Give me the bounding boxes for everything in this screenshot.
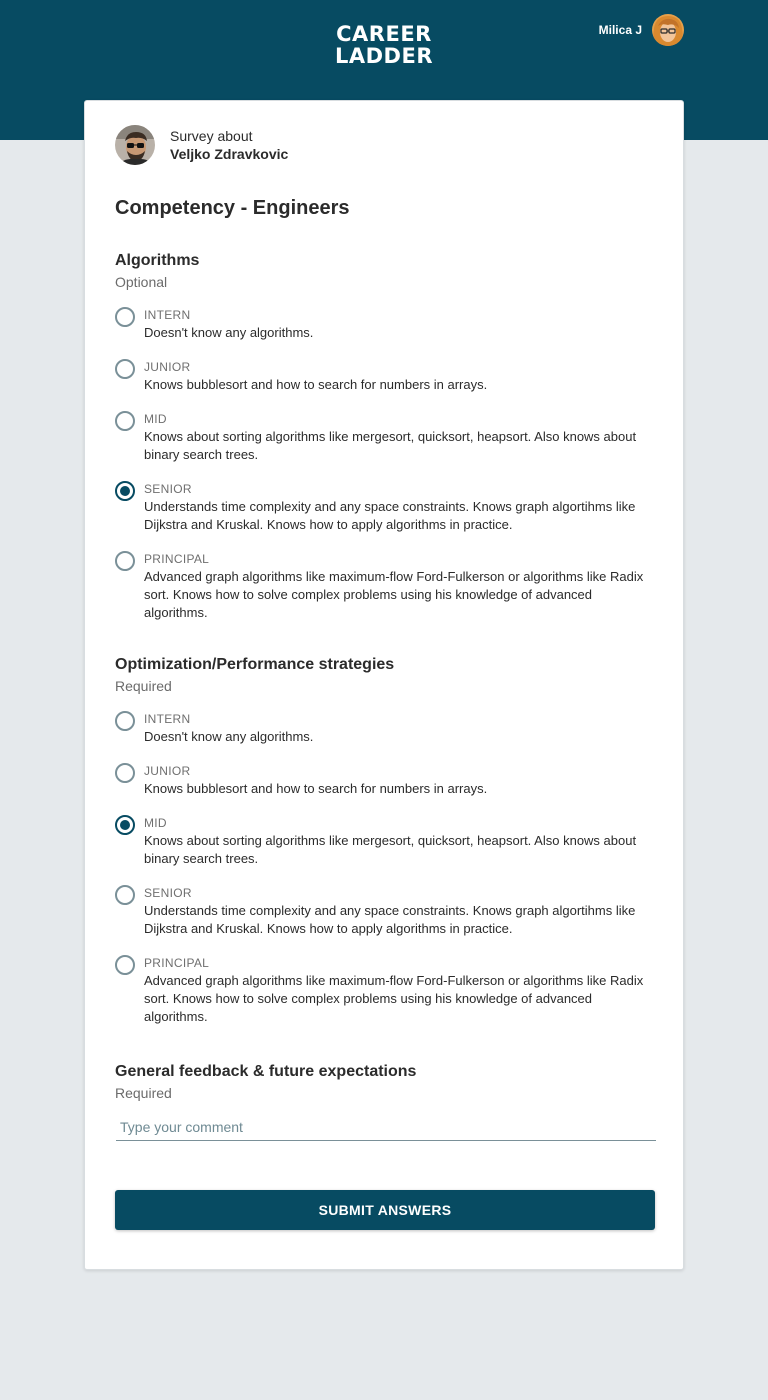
avatar[interactable]	[652, 14, 684, 46]
question-feedback: General feedback & future expectations R…	[115, 1062, 655, 1112]
user-name: Milica J	[598, 23, 642, 37]
user-avatar-image	[652, 14, 684, 46]
radio-button-selected[interactable]	[115, 815, 135, 835]
radio-button-selected[interactable]	[115, 481, 135, 501]
option-mid[interactable]: MID Knows about sorting algorithms like …	[115, 411, 655, 469]
survey-card: Survey about Veljko Zdravkovic Competenc…	[84, 100, 684, 1270]
radio-button[interactable]	[115, 359, 135, 379]
radio-button[interactable]	[115, 711, 135, 731]
option-description: Doesn't know any algorithms.	[144, 325, 314, 340]
option-level: MID	[144, 816, 167, 830]
question-title: General feedback & future expectations	[115, 1063, 417, 1080]
logo-line-1: CAREER	[336, 22, 432, 46]
avatar	[115, 125, 155, 165]
subject-text: Survey about Veljko Zdravkovic	[170, 127, 288, 163]
radio-button[interactable]	[115, 307, 135, 327]
option-description: Advanced graph algorithms like maximum-f…	[144, 569, 644, 620]
option-description: Knows bubblesort and how to search for n…	[144, 781, 488, 796]
option-level: JUNIOR	[144, 360, 191, 374]
option-junior[interactable]: JUNIOR Knows bubblesort and how to searc…	[115, 763, 655, 803]
career-ladder-logo[interactable]: CAREER LADDER	[326, 23, 442, 69]
question-title: Optimization/Performance strategies	[115, 656, 395, 673]
option-level: INTERN	[144, 308, 191, 322]
option-principal[interactable]: PRINCIPAL Advanced graph algorithms like…	[115, 551, 655, 627]
option-description: Understands time complexity and any spac…	[144, 499, 636, 532]
radio-button[interactable]	[115, 885, 135, 905]
option-description: Knows about sorting algorithms like merg…	[144, 429, 637, 462]
question-requirement: Required	[115, 1085, 172, 1101]
subject-name: Veljko Zdravkovic	[170, 146, 289, 162]
option-senior[interactable]: SENIOR Understands time complexity and a…	[115, 481, 655, 539]
option-mid[interactable]: MID Knows about sorting algorithms like …	[115, 815, 655, 873]
radio-button[interactable]	[115, 955, 135, 975]
option-principal[interactable]: PRINCIPAL Advanced graph algorithms like…	[115, 955, 655, 1031]
option-level: PRINCIPAL	[144, 956, 210, 970]
option-description: Knows about sorting algorithms like merg…	[144, 833, 637, 866]
option-level: MID	[144, 412, 167, 426]
survey-about-label: Survey about	[170, 128, 253, 144]
question-optimization: Optimization/Performance strategies Requ…	[115, 655, 655, 1035]
option-intern[interactable]: INTERN Doesn't know any algorithms.	[115, 307, 655, 347]
radio-button[interactable]	[115, 763, 135, 783]
question-requirement: Required	[115, 678, 172, 694]
option-level: JUNIOR	[144, 764, 191, 778]
subject-avatar-image	[115, 125, 155, 165]
option-level: PRINCIPAL	[144, 552, 210, 566]
survey-subject: Survey about Veljko Zdravkovic	[115, 125, 288, 165]
option-description: Knows bubblesort and how to search for n…	[144, 377, 488, 392]
question-title: Algorithms	[115, 252, 200, 269]
option-level: SENIOR	[144, 482, 192, 496]
option-junior[interactable]: JUNIOR Knows bubblesort and how to searc…	[115, 359, 655, 399]
comment-input[interactable]	[116, 1113, 656, 1141]
option-senior[interactable]: SENIOR Understands time complexity and a…	[115, 885, 655, 943]
submit-answers-button[interactable]: SUBMIT ANSWERS	[115, 1190, 655, 1230]
option-level: INTERN	[144, 712, 191, 726]
radio-button[interactable]	[115, 411, 135, 431]
logo-line-2: LADDER	[334, 44, 433, 68]
option-description: Doesn't know any algorithms.	[144, 729, 314, 744]
option-description: Understands time complexity and any spac…	[144, 903, 636, 936]
question-algorithms: Algorithms Optional INTERN Doesn't know …	[115, 251, 655, 631]
user-menu[interactable]: Milica J	[599, 14, 684, 46]
page-title: Competency - Engineers	[115, 197, 350, 219]
option-level: SENIOR	[144, 886, 192, 900]
radio-button[interactable]	[115, 551, 135, 571]
question-requirement: Optional	[115, 274, 168, 290]
option-description: Advanced graph algorithms like maximum-f…	[144, 973, 644, 1024]
option-intern[interactable]: INTERN Doesn't know any algorithms.	[115, 711, 655, 751]
